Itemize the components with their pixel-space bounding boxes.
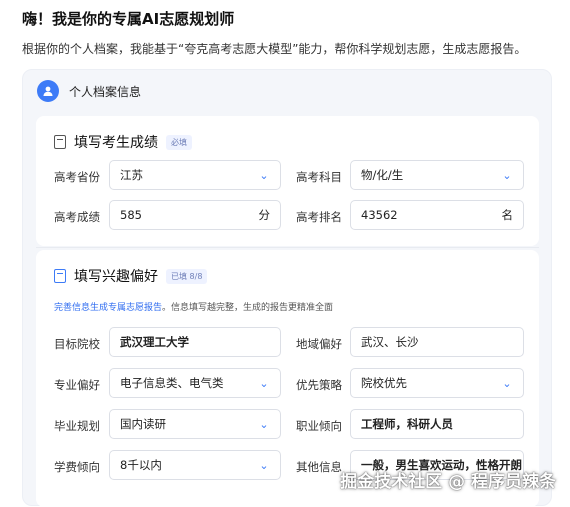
grad-label: 毕业规划 xyxy=(54,419,100,433)
tuition-label: 学费倾向 xyxy=(54,460,100,474)
chevron-down-icon: ⌄ xyxy=(259,417,269,431)
career-input[interactable]: 工程师，科研人员 xyxy=(350,409,524,439)
subjects-select[interactable]: 物/化/生 ⌄ xyxy=(350,160,524,190)
edit-note-icon xyxy=(54,135,66,149)
user-profile-icon xyxy=(37,80,59,102)
rank-value: 43562 xyxy=(361,208,398,222)
profile-header: 个人档案信息 xyxy=(37,80,141,102)
province-label: 高考省份 xyxy=(54,170,100,184)
major-value: 电子信息类、电气类 xyxy=(120,376,224,390)
score-input[interactable]: 585 分 xyxy=(109,200,281,230)
province-select[interactable]: 江苏 ⌄ xyxy=(109,160,281,190)
other-label: 其他信息 xyxy=(296,460,342,474)
grad-value: 国内读研 xyxy=(120,417,166,431)
region-input[interactable]: 武汉、长沙 xyxy=(350,327,524,357)
subjects-label: 高考科目 xyxy=(296,170,342,184)
strategy-label: 优先策略 xyxy=(296,378,342,392)
score-value: 585 xyxy=(120,208,142,222)
target-school-value: 武汉理工大学 xyxy=(120,335,189,349)
chevron-down-icon: ⌄ xyxy=(502,168,512,182)
hint-rest: 。信息填写越完整，生成的报告更精准全面 xyxy=(162,303,334,313)
interests-section-header: 填写兴趣偏好 已填 8/8 xyxy=(54,266,208,286)
filled-count-badge: 已填 8/8 xyxy=(166,268,208,284)
profile-label: 个人档案信息 xyxy=(69,84,142,99)
target-school-input[interactable]: 武汉理工大学 xyxy=(109,327,281,357)
hint-link[interactable]: 完善信息生成专属志愿报告 xyxy=(54,303,162,313)
province-value: 江苏 xyxy=(120,168,143,182)
tuition-value: 8千以内 xyxy=(120,458,162,472)
score-label: 高考成绩 xyxy=(54,210,100,224)
rank-label: 高考排名 xyxy=(296,210,342,224)
chevron-down-icon: ⌄ xyxy=(259,458,269,472)
bookmark-note-icon xyxy=(54,269,66,283)
career-label: 职业倾向 xyxy=(296,419,342,433)
major-label: 专业偏好 xyxy=(54,378,100,392)
page-title: 嗨！我是你的专属AI志愿规划师 xyxy=(22,10,235,28)
region-value: 武汉、长沙 xyxy=(361,335,419,349)
region-label: 地域偏好 xyxy=(296,337,342,351)
scores-section-header: 填写考生成绩 必填 xyxy=(54,132,192,152)
interests-section-title: 填写兴趣偏好 xyxy=(74,269,158,285)
scores-card: 填写考生成绩 必填 高考省份 江苏 ⌄ 高考科目 物/化/生 ⌄ 高考成绩 58… xyxy=(36,116,539,246)
score-unit: 分 xyxy=(258,208,271,222)
chevron-down-icon: ⌄ xyxy=(259,376,269,390)
profile-panel: 个人档案信息 填写考生成绩 必填 高考省份 江苏 ⌄ 高考科目 物/化/生 ⌄ … xyxy=(22,69,552,507)
tuition-select[interactable]: 8千以内 ⌄ xyxy=(109,450,281,480)
section-divider xyxy=(36,247,539,248)
chevron-down-icon: ⌄ xyxy=(259,168,269,182)
grad-select[interactable]: 国内读研 ⌄ xyxy=(109,409,281,439)
chevron-down-icon: ⌄ xyxy=(502,376,512,390)
strategy-select[interactable]: 院校优先 ⌄ xyxy=(350,368,524,398)
target-school-label: 目标院校 xyxy=(54,337,100,351)
page-subtitle: 根据你的个人档案，我能基于“夸克高考志愿大模型”能力，帮你科学规划志愿，生成志愿… xyxy=(22,42,527,56)
subjects-value: 物/化/生 xyxy=(361,168,404,182)
required-badge: 必填 xyxy=(166,134,192,150)
strategy-value: 院校优先 xyxy=(361,376,407,390)
rank-unit: 名 xyxy=(501,208,514,222)
rank-input[interactable]: 43562 名 xyxy=(350,200,524,230)
hint-text: 完善信息生成专属志愿报告。信息填写越完整，生成的报告更精准全面 xyxy=(54,300,333,313)
career-value: 工程师，科研人员 xyxy=(361,417,453,431)
major-select[interactable]: 电子信息类、电气类 ⌄ xyxy=(109,368,281,398)
watermark: 掘金技术社区 @ 程序员辣条 xyxy=(340,472,556,492)
scores-section-title: 填写考生成绩 xyxy=(74,135,158,151)
